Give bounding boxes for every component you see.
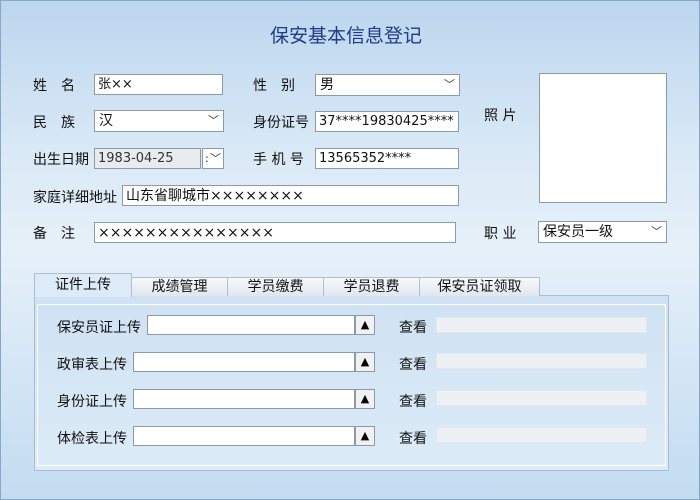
gender-select[interactable]: 男 ﹀ bbox=[315, 74, 460, 96]
name-label: 姓 名 bbox=[33, 78, 75, 94]
gender-select-value: 男 bbox=[320, 77, 334, 93]
ethnicity-label: 民 族 bbox=[33, 115, 75, 131]
photo-box[interactable] bbox=[539, 73, 667, 203]
id-number-label: 身份证号 bbox=[253, 115, 309, 131]
upload-input-medical[interactable] bbox=[133, 426, 355, 446]
remarks-label: 备 注 bbox=[33, 226, 75, 242]
chevron-down-icon[interactable]: ﹀ bbox=[651, 222, 662, 242]
up-triangle-icon[interactable]: ▲ bbox=[355, 315, 375, 335]
address-label: 家庭详细地址 bbox=[33, 190, 117, 206]
occupation-label: 职 业 bbox=[484, 226, 517, 242]
tab-student-refund[interactable]: 学员退费 bbox=[323, 277, 420, 296]
birth-date-picker[interactable]: : ﹀ bbox=[202, 148, 224, 169]
ethnicity-select-value: 汉 bbox=[99, 113, 113, 129]
occupation-select-value: 保安员一级 bbox=[543, 224, 613, 240]
upload-label-medical: 体检表上传 bbox=[57, 431, 127, 447]
tab-student-payment[interactable]: 学员缴费 bbox=[227, 277, 324, 296]
upload-label-id-card: 身份证上传 bbox=[57, 394, 127, 410]
occupation-select[interactable]: 保安员一级 ﹀ bbox=[538, 221, 667, 243]
view-field-id-card bbox=[436, 390, 647, 406]
upload-input-guard-cert[interactable] bbox=[147, 315, 355, 335]
birth-date-input[interactable]: 1983-04-25 bbox=[94, 148, 201, 169]
up-triangle-icon[interactable]: ▲ bbox=[355, 389, 375, 409]
view-link-political-review[interactable]: 查看 bbox=[399, 354, 427, 374]
up-triangle-icon[interactable]: ▲ bbox=[355, 426, 375, 446]
upload-label-political-review: 政审表上传 bbox=[57, 357, 127, 373]
name-input[interactable]: 张×× bbox=[94, 74, 223, 95]
view-link-medical[interactable]: 查看 bbox=[399, 428, 427, 448]
chevron-down-icon[interactable]: ﹀ bbox=[208, 111, 219, 131]
gender-label: 性 别 bbox=[253, 78, 295, 94]
id-number-input[interactable]: 37****19830425**** bbox=[315, 111, 459, 132]
photo-label: 照 片 bbox=[484, 108, 517, 124]
registration-window: 保安基本信息登记 姓 名 张×× 性 别 男 ﹀ 民 族 汉 ﹀ 身份证号 37… bbox=[0, 0, 700, 500]
birth-date-label: 出生日期 bbox=[33, 152, 89, 168]
phone-input[interactable]: 13565352**** bbox=[315, 148, 459, 169]
remarks-input[interactable]: ××××××××××××××× bbox=[94, 222, 456, 243]
up-triangle-icon[interactable]: ▲ bbox=[355, 352, 375, 372]
view-link-id-card[interactable]: 查看 bbox=[399, 391, 427, 411]
tab-certificate-collection[interactable]: 保安员证领取 bbox=[419, 277, 540, 296]
ethnicity-select[interactable]: 汉 ﹀ bbox=[94, 110, 224, 132]
view-link-guard-cert[interactable]: 查看 bbox=[399, 317, 427, 337]
upload-input-id-card[interactable] bbox=[133, 389, 355, 409]
separator-icon: : bbox=[205, 152, 209, 165]
upload-label-guard-cert: 保安员证上传 bbox=[57, 320, 141, 336]
phone-label: 手 机 号 bbox=[253, 152, 304, 168]
chevron-down-icon[interactable]: ﹀ bbox=[210, 149, 221, 169]
tab-id-upload[interactable]: 证件上传 bbox=[34, 273, 132, 297]
address-input[interactable]: 山东省聊城市×××××××× bbox=[122, 185, 459, 206]
upload-input-political-review[interactable] bbox=[133, 352, 355, 372]
page-title: 保安基本信息登记 bbox=[269, 25, 422, 47]
view-field-political-review bbox=[436, 353, 647, 369]
chevron-down-icon[interactable]: ﹀ bbox=[444, 75, 455, 95]
view-field-medical bbox=[436, 427, 647, 443]
tab-score-management[interactable]: 成绩管理 bbox=[131, 277, 228, 296]
view-field-guard-cert bbox=[436, 317, 647, 333]
